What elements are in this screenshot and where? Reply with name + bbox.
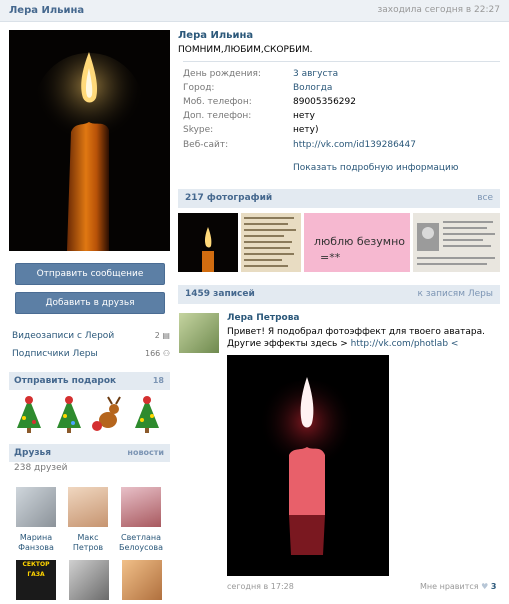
info-value[interactable]: 3 августа — [293, 69, 338, 79]
info-skype: Skype: нету) — [183, 125, 499, 139]
info-label: Моб. телефон: — [183, 97, 252, 107]
post-link[interactable]: http://vk.com/photlab < — [351, 339, 459, 349]
last-seen-status: заходила сегодня в 22:27 — [377, 5, 500, 15]
photo-thumb[interactable] — [241, 213, 301, 272]
gifts-count: 18 — [152, 376, 164, 385]
info-birthday: День рождения: 3 августа — [183, 69, 499, 83]
gift-reindeer-icon[interactable] — [90, 394, 124, 434]
header-name[interactable]: Лера Ильина — [9, 5, 84, 16]
red-candle-image — [247, 377, 367, 555]
videos-count: 2 ▤ — [154, 331, 170, 340]
friend-last-name: Фанзова — [18, 543, 54, 552]
info-city: Город: Вологда — [183, 83, 499, 97]
profile-header-bar: Лера Ильина заходила сегодня в 22:27 — [0, 0, 509, 22]
photo-thumb[interactable] — [413, 213, 500, 272]
videos-link-label: Видеозаписи с Лерой — [12, 331, 115, 341]
friend-photo[interactable] — [68, 487, 108, 527]
like-button[interactable]: Мне нравится ♥ 3 — [420, 582, 496, 591]
friend-first-name: Светлана — [120, 533, 162, 542]
post-author-avatar[interactable] — [179, 313, 219, 353]
info-label: Skype: — [183, 125, 214, 135]
friend-photo-caption: СЕКТОР ГАЗА — [22, 561, 50, 578]
info-website: Веб-сайт: http://vk.com/id139286447 — [183, 140, 499, 154]
info-value: нету) — [293, 125, 319, 135]
info-divider — [183, 61, 500, 62]
videos-link[interactable]: Видеозаписи с Лерой 2 ▤ — [12, 331, 170, 345]
post-author[interactable]: Лера Петрова — [227, 313, 299, 323]
profile-info: Лера Ильина ПОМНИМ,ЛЮБИМ,СКОРБИМ. — [178, 30, 500, 55]
info-value: 89005356292 — [293, 97, 356, 107]
friends-title: Друзья — [14, 448, 52, 458]
friend-photo[interactable]: СЕКТОР ГАЗА — [16, 560, 56, 600]
info-label: День рождения: — [183, 69, 261, 79]
wall-header[interactable]: 1459 записей к записям Леры — [178, 285, 500, 304]
post-image[interactable] — [227, 355, 389, 576]
info-value: нету — [293, 111, 315, 121]
send-message-button[interactable]: Отправить сообщение — [15, 263, 165, 285]
text-list-image — [244, 217, 296, 267]
like-label: Мне нравится — [420, 582, 479, 591]
friend-photo[interactable] — [121, 487, 161, 527]
friend-card[interactable]: Марина Фанзова — [12, 487, 60, 553]
friends-header[interactable]: Друзья новости — [9, 444, 170, 462]
candle-image — [202, 227, 214, 272]
friend-last-name: Петров — [72, 543, 104, 552]
friend-first-name: Марина — [19, 533, 53, 542]
info-value[interactable]: Вологда — [293, 83, 332, 93]
info-value[interactable]: http://vk.com/id139286447 — [293, 140, 416, 150]
friends-count: 238 друзей — [14, 463, 68, 473]
photos-all-link[interactable]: все — [477, 189, 493, 208]
info-label: Город: — [183, 83, 215, 93]
friend-photo[interactable] — [16, 487, 56, 527]
left-column: Отправить сообщение Добавить в друзья — [9, 30, 170, 314]
followers-link[interactable]: Подписчики Леры 166 ⚇ — [12, 349, 170, 363]
friend-photo[interactable] — [69, 560, 109, 600]
add-friend-button[interactable]: Добавить в друзья — [15, 292, 165, 314]
info-label: Веб-сайт: — [183, 140, 229, 150]
info-label: Доп. телефон: — [183, 111, 252, 121]
like-count: 3 — [490, 582, 497, 591]
gift-tree-icon[interactable] — [52, 394, 86, 434]
gifts-header[interactable]: Отправить подарок 18 — [9, 372, 170, 390]
document-image — [417, 221, 495, 265]
friend-photo[interactable] — [122, 560, 162, 600]
gifts-title: Отправить подарок — [14, 376, 117, 386]
profile-status: ПОМНИМ,ЛЮБИМ,СКОРБИМ. — [178, 45, 313, 55]
info-mobile: Моб. телефон: 89005356292 — [183, 97, 499, 111]
photo-thumb[interactable] — [178, 213, 238, 272]
friend-card[interactable]: Макс Петров — [64, 487, 112, 553]
photos-title: 217 фотографий — [185, 193, 273, 203]
friend-first-name: Макс — [77, 533, 99, 542]
gift-tree-icon[interactable] — [130, 394, 164, 434]
photo-text: =** — [320, 251, 341, 264]
photo-text: люблю безумно — [314, 235, 405, 248]
post-text: Привет! Я подобрал фотоэффект для твоего… — [227, 326, 499, 350]
photo-thumb[interactable]: люблю безумно =** — [304, 213, 410, 272]
info-extra-phone: Доп. телефон: нету — [183, 111, 499, 125]
post-time[interactable]: сегодня в 17:28 — [227, 582, 294, 591]
show-more-link[interactable]: Показать подробную информацию — [293, 163, 458, 173]
gift-tree-icon[interactable] — [12, 394, 46, 434]
profile-name: Лера Ильина — [178, 30, 254, 41]
followers-count: 166 ⚇ — [145, 349, 170, 358]
wall-title: 1459 записей — [185, 289, 255, 299]
friend-card[interactable]: Светлана Белоусова — [117, 487, 165, 553]
photos-header[interactable]: 217 фотографий все — [178, 189, 500, 208]
friends-news-link[interactable]: новости — [127, 444, 164, 462]
to-wall-link[interactable]: к записям Леры — [418, 285, 493, 304]
friend-last-name: Белоусова — [118, 543, 164, 552]
heart-icon: ♥ — [481, 582, 489, 591]
profile-avatar[interactable] — [9, 30, 170, 251]
candle-image — [9, 30, 170, 251]
followers-link-label: Подписчики Леры — [12, 349, 98, 359]
